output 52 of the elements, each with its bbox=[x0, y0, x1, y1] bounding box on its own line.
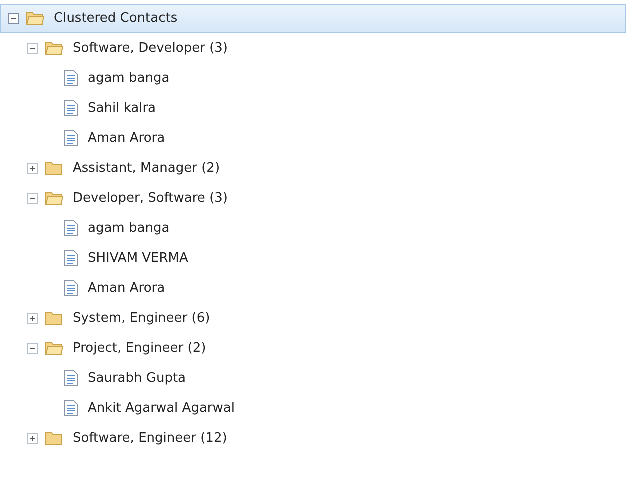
tree-row[interactable]: Saurabh Gupta bbox=[0, 364, 626, 393]
folder-icon bbox=[45, 311, 64, 326]
collapse-icon[interactable] bbox=[27, 343, 38, 354]
document-icon bbox=[64, 100, 79, 117]
folder-icon bbox=[45, 431, 64, 446]
document-icon bbox=[64, 400, 79, 417]
tree-row[interactable]: Software, Engineer (12) bbox=[0, 424, 626, 453]
tree-row[interactable]: Aman Arora bbox=[0, 124, 626, 153]
document-icon bbox=[64, 280, 79, 297]
open-folder-icon bbox=[45, 191, 64, 206]
open-folder-icon bbox=[26, 11, 45, 26]
tree-row[interactable]: Aman Arora bbox=[0, 274, 626, 303]
node-label: Ankit Agarwal Agarwal bbox=[88, 401, 235, 416]
node-label: Software, Developer (3) bbox=[73, 41, 228, 56]
open-folder-icon bbox=[45, 341, 64, 356]
node-label: Clustered Contacts bbox=[54, 11, 178, 26]
node-label: agam banga bbox=[88, 221, 170, 236]
expand-icon[interactable] bbox=[27, 313, 38, 324]
tree-row[interactable]: Ankit Agarwal Agarwal bbox=[0, 394, 626, 423]
node-label: Aman Arora bbox=[88, 131, 166, 146]
node-label: System, Engineer (6) bbox=[73, 311, 210, 326]
expand-icon[interactable] bbox=[27, 433, 38, 444]
tree-row[interactable]: agam banga bbox=[0, 214, 626, 243]
tree-row[interactable]: System, Engineer (6) bbox=[0, 304, 626, 333]
node-label: Sahil kalra bbox=[88, 101, 156, 116]
tree-row[interactable]: Developer, Software (3) bbox=[0, 184, 626, 213]
expand-icon[interactable] bbox=[27, 163, 38, 174]
document-icon bbox=[64, 370, 79, 387]
node-label: Developer, Software (3) bbox=[73, 191, 228, 206]
node-label: Assistant, Manager (2) bbox=[73, 161, 220, 176]
node-label: Aman Arora bbox=[88, 281, 166, 296]
document-icon bbox=[64, 250, 79, 267]
tree-row[interactable]: SHIVAM VERMA bbox=[0, 244, 626, 273]
document-icon bbox=[64, 220, 79, 237]
tree-row[interactable]: Software, Developer (3) bbox=[0, 34, 626, 63]
collapse-icon[interactable] bbox=[8, 13, 19, 24]
open-folder-icon bbox=[45, 41, 64, 56]
collapse-icon[interactable] bbox=[27, 43, 38, 54]
document-icon bbox=[64, 70, 79, 87]
node-label: Saurabh Gupta bbox=[88, 371, 186, 386]
node-label: Project, Engineer (2) bbox=[73, 341, 206, 356]
folder-icon bbox=[45, 161, 64, 176]
node-label: SHIVAM VERMA bbox=[88, 251, 188, 266]
tree-row[interactable]: Assistant, Manager (2) bbox=[0, 154, 626, 183]
collapse-icon[interactable] bbox=[27, 193, 38, 204]
tree-row[interactable]: agam banga bbox=[0, 64, 626, 93]
node-label: Software, Engineer (12) bbox=[73, 431, 228, 446]
tree-row[interactable]: Clustered Contacts bbox=[0, 4, 626, 33]
node-label: agam banga bbox=[88, 71, 170, 86]
tree-row[interactable]: Project, Engineer (2) bbox=[0, 334, 626, 363]
document-icon bbox=[64, 130, 79, 147]
tree-row[interactable]: Sahil kalra bbox=[0, 94, 626, 123]
